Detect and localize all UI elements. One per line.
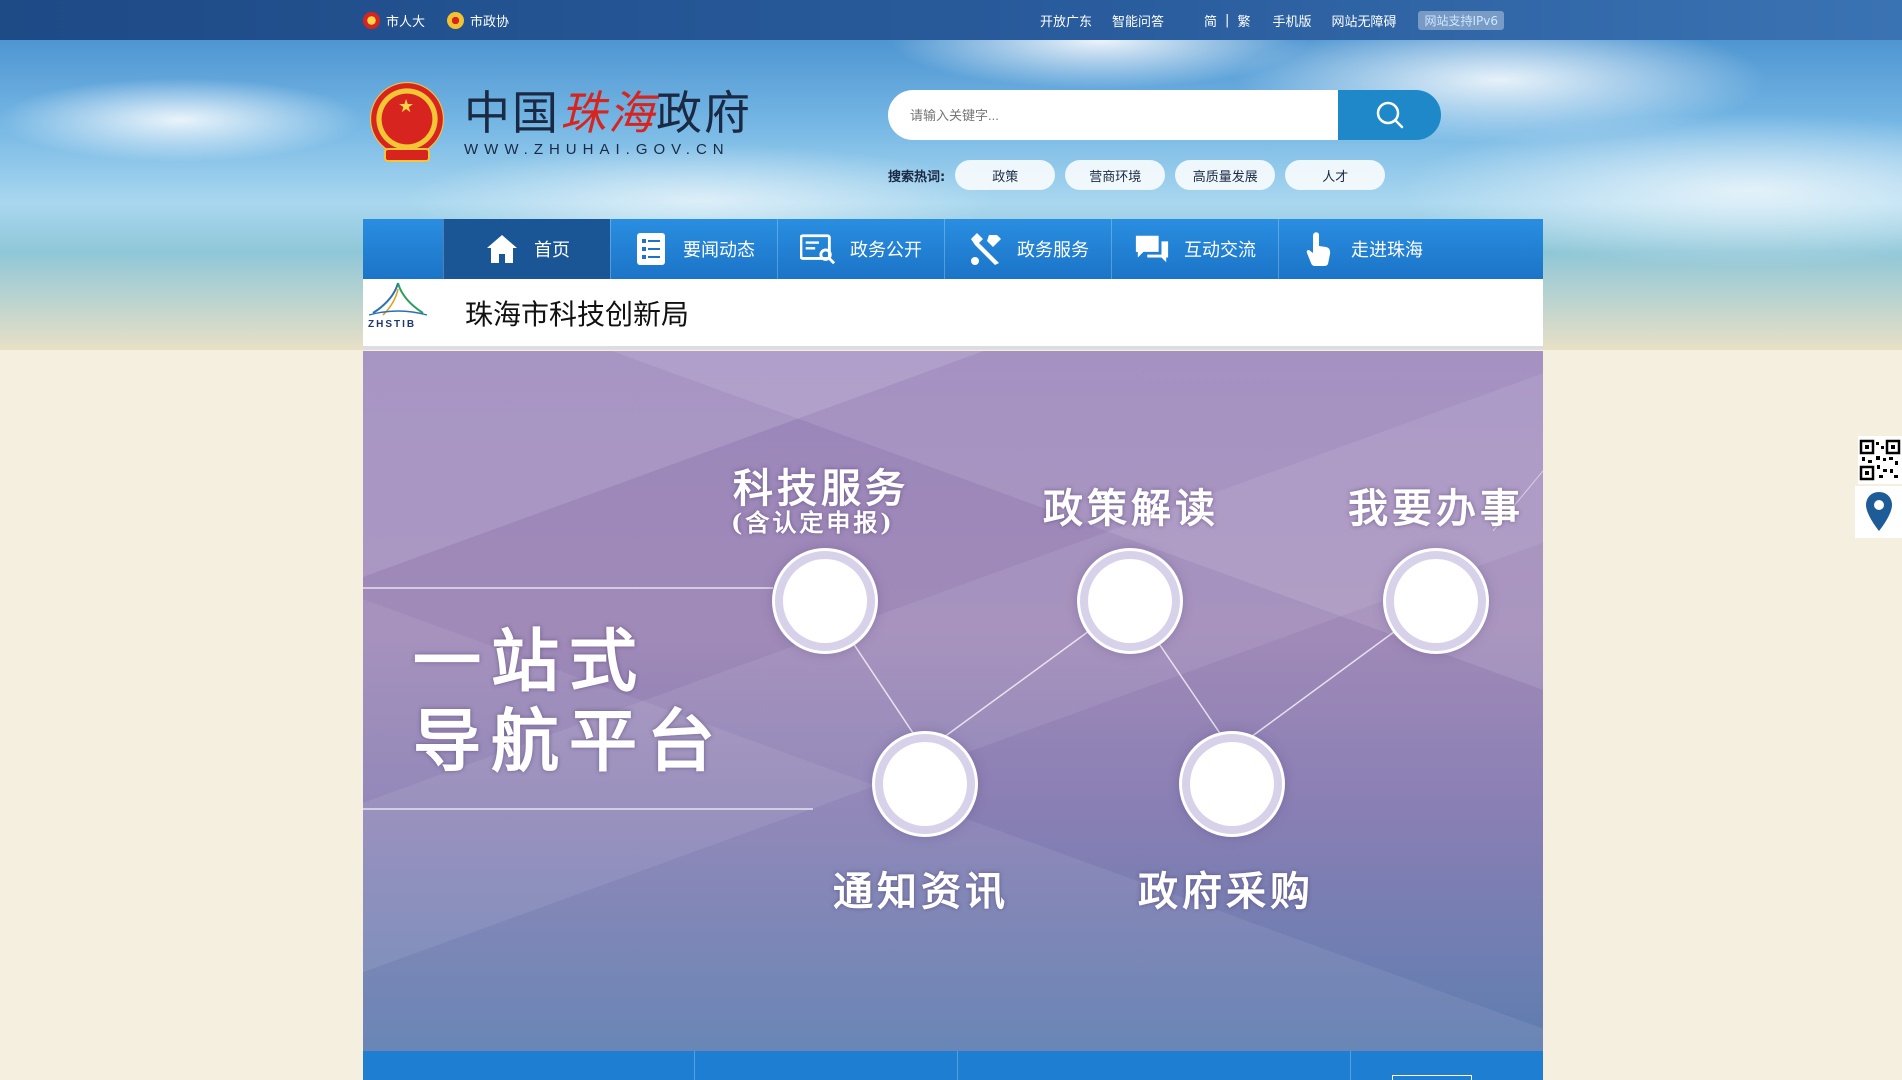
node-label-services-online: 我要办事 [1348, 485, 1524, 532]
department-header: ZHSTIB 珠海市科技创新局 [363, 279, 1543, 349]
search-bar [888, 90, 1441, 140]
search-button[interactable] [1338, 90, 1441, 140]
link-smart-qa[interactable]: 智能问答 [1112, 11, 1164, 30]
link-simplified[interactable]: 简 [1204, 11, 1217, 30]
hot-tag-business-environment[interactable]: 营商环境 [1065, 160, 1166, 190]
link-label: 市人大 [386, 14, 426, 30]
node-services-online[interactable] [1386, 551, 1486, 651]
bottom-tab[interactable] [695, 1051, 958, 1080]
nav-label: 互动交流 [1184, 240, 1256, 261]
bottom-tab-indicator [1392, 1075, 1472, 1080]
department-name: 珠海市科技创新局 [465, 297, 690, 331]
link-accessibility[interactable]: 网站无障碍 [1331, 11, 1396, 30]
nav-label: 政务服务 [1017, 240, 1089, 261]
link-label: 市政协 [470, 14, 510, 30]
top-bar-right: 开放广东 智能问答 简 | 繁 手机版 网站无障碍 网站支持IPv6 [1040, 0, 1504, 40]
nav-label: 政务公开 [850, 240, 922, 261]
node-notices[interactable] [875, 734, 975, 834]
bottom-tab[interactable] [958, 1051, 1351, 1080]
hot-tag-high-quality-development[interactable]: 高质量发展 [1175, 160, 1276, 190]
tools-icon [967, 231, 1003, 267]
search-input[interactable] [888, 90, 1338, 140]
hot-search-label: 搜索热词: [888, 169, 946, 185]
link-city-cppcc[interactable]: 市政协 [447, 11, 509, 30]
nav-item-government-services[interactable]: 政务服务 [944, 219, 1111, 279]
department-logo[interactable]: ZHSTIB [365, 279, 435, 347]
bottom-tab[interactable] [363, 1051, 695, 1080]
logo-text: 中国珠海政府 WWW.ZHUHAI.GOV.CN [464, 87, 752, 158]
site-logo[interactable]: ★ 中国珠海政府 WWW.ZHUHAI.GOV.CN [370, 80, 760, 165]
link-traditional[interactable]: 繁 [1237, 11, 1250, 30]
lang-divider: | [1225, 12, 1230, 28]
chat-bubble-icon [1134, 231, 1170, 267]
ipv6-badge: 网站支持IPv6 [1418, 10, 1504, 30]
link-open-guangdong[interactable]: 开放广东 [1040, 11, 1092, 30]
top-bar: 市人大 市政协 开放广东 智能问答 简 | 繁 手机版 网站无障碍 网站支持IP… [0, 0, 1902, 40]
top-bar-left: 市人大 市政协 [363, 0, 509, 40]
national-emblem-icon: ★ [370, 81, 444, 164]
nav-label: 首页 [534, 240, 570, 261]
document-search-icon [800, 231, 836, 267]
node-sublabel-tech-services: (含认定申报) [731, 508, 895, 537]
qr-code-icon[interactable] [1858, 436, 1902, 484]
pointing-hand-icon [1301, 231, 1337, 267]
logo-url: WWW.ZHUHAI.GOV.CN [464, 141, 730, 158]
hot-search-terms: 搜索热词: 政策 营商环境 高质量发展 人才 [888, 160, 1395, 190]
node-policy-interpretation[interactable] [1080, 551, 1180, 651]
hot-tag-talent[interactable]: 人才 [1285, 160, 1386, 190]
hot-tag-policy[interactable]: 政策 [955, 160, 1056, 190]
nav-item-home[interactable]: 首页 [443, 219, 610, 279]
cppcc-emblem-icon [447, 11, 465, 29]
department-logo-text: ZHSTIB [368, 318, 417, 330]
logo-title: 中国珠海政府 [464, 86, 752, 140]
navigation-banner: 一站式 导航平台 科技服务 (含认定申报) 政策解读 我要办事 通知资讯 政府采… [363, 351, 1543, 1051]
main-nav: 首页 要闻动态 政务公开 政务服务 互动交流 走进珠海 [363, 219, 1543, 279]
link-mobile[interactable]: 手机版 [1272, 11, 1311, 30]
link-city-peoples-congress[interactable]: 市人大 [363, 11, 425, 30]
nav-label: 要闻动态 [683, 240, 755, 261]
node-label-policy-interpretation: 政策解读 [1043, 485, 1219, 532]
nav-item-about-zhuhai[interactable]: 走进珠海 [1278, 219, 1445, 279]
location-pin-icon[interactable] [1855, 486, 1902, 538]
nav-label: 走进珠海 [1351, 240, 1423, 261]
zhstib-logo-icon [368, 282, 428, 316]
banner-headline-line2: 导航平台 [413, 702, 726, 782]
nav-item-news[interactable]: 要闻动态 [610, 219, 777, 279]
node-label-procurement: 政府采购 [1138, 868, 1314, 915]
search-icon [1376, 101, 1403, 129]
node-tech-services[interactable] [775, 551, 875, 651]
home-icon [484, 231, 520, 267]
bottom-tab-strip [363, 1051, 1543, 1080]
nav-item-government-affairs-open[interactable]: 政务公开 [777, 219, 944, 279]
nav-item-interaction[interactable]: 互动交流 [1111, 219, 1278, 279]
node-label-notices: 通知资讯 [833, 868, 1009, 915]
news-list-icon [633, 231, 669, 267]
emblem-icon [363, 11, 380, 29]
node-procurement[interactable] [1182, 734, 1282, 834]
